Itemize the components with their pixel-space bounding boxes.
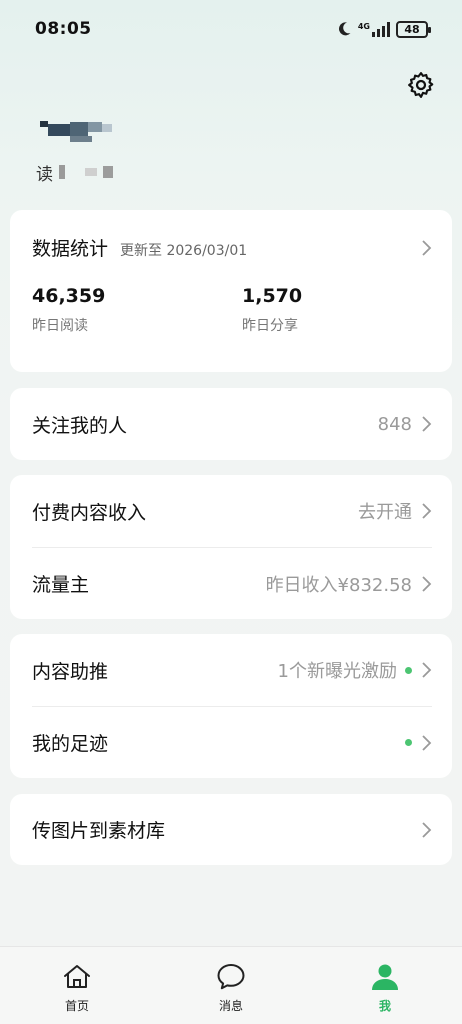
stat-label: 昨日分享 <box>242 318 298 334</box>
tab-home[interactable]: 首页 <box>0 947 154 1024</box>
status-icons: 4G 48 <box>336 20 431 38</box>
signal-icon <box>372 21 390 37</box>
row-title: 我的足迹 <box>32 733 109 755</box>
chevron-right-icon <box>422 239 432 256</box>
followers-row[interactable]: 关注我的人 848 <box>10 388 452 460</box>
battery-level: 48 <box>404 22 420 36</box>
followers-count: 848 <box>377 413 412 435</box>
network-label: 4G <box>357 21 370 31</box>
chevron-right-icon <box>422 662 432 678</box>
stat-reads[interactable]: 46,359 昨日阅读 <box>32 285 242 335</box>
pixel-block <box>103 166 113 178</box>
pixel-block <box>85 168 97 176</box>
pixel-block <box>40 121 48 127</box>
pixel-block <box>48 124 70 136</box>
status-bar: 08:05 4G 48 <box>0 0 462 58</box>
income-card: 付费内容收入 去开通 流量主 昨日收入¥832.58 <box>10 475 452 619</box>
content-promote-row[interactable]: 内容助推 1个新曝光激励 <box>10 634 452 706</box>
traffic-income: 昨日收入¥832.58 <box>265 574 412 596</box>
stat-value: 1,570 <box>242 285 303 307</box>
stats-updated: 更新至 2026/03/01 <box>120 243 248 259</box>
chevron-right-icon <box>422 416 432 432</box>
tab-label: 消息 <box>218 999 243 1013</box>
stat-shares[interactable]: 1,570 昨日分享 <box>242 285 452 335</box>
upload-card: 传图片到素材库 <box>10 794 452 865</box>
tab-me[interactable]: 我 <box>308 947 462 1024</box>
chevron-right-icon <box>422 503 432 519</box>
promote-status: 1个新曝光激励 <box>277 661 397 682</box>
home-icon <box>64 965 90 988</box>
battery-icon: 48 <box>396 20 431 38</box>
bottom-tab-bar: 首页 消息 我 <box>0 946 462 1024</box>
chevron-right-icon <box>422 734 432 751</box>
row-title: 付费内容收入 <box>32 501 147 524</box>
status-time: 08:05 <box>35 19 92 39</box>
tab-messages[interactable]: 消息 <box>154 947 308 1024</box>
profile-sub-label: 读 <box>36 164 53 185</box>
stat-label: 昨日阅读 <box>32 318 88 334</box>
data-stats-card[interactable]: 数据统计 更新至 2026/03/01 46,359 昨日阅读 1,570 昨日… <box>10 210 452 372</box>
row-title: 关注我的人 <box>32 414 128 437</box>
stats-title: 数据统计 <box>32 238 109 260</box>
settings-gear-icon[interactable] <box>406 70 436 100</box>
chevron-right-icon <box>422 575 432 592</box>
paid-content-row[interactable]: 付费内容收入 去开通 <box>10 475 452 547</box>
tools-card: 内容助推 1个新曝光激励 我的足迹 <box>10 634 452 778</box>
followers-card: 关注我的人 848 <box>10 388 452 460</box>
profile-subtitle: 读 <box>36 160 116 185</box>
row-title: 传图片到素材库 <box>32 820 166 842</box>
new-dot-indicator <box>405 666 412 674</box>
row-title: 内容助推 <box>32 660 109 683</box>
traffic-master-row[interactable]: 流量主 昨日收入¥832.58 <box>10 548 452 619</box>
new-dot-indicator <box>405 739 412 746</box>
tab-label: 首页 <box>64 999 89 1013</box>
tab-label: 我 <box>378 999 391 1013</box>
stat-value: 46,359 <box>32 285 106 307</box>
pixel-block <box>59 165 65 179</box>
moon-icon <box>338 22 351 36</box>
pixel-block <box>88 122 102 132</box>
profile-name-pixelated[interactable] <box>40 118 112 144</box>
row-title: 流量主 <box>32 574 90 596</box>
chat-bubble-icon <box>217 964 245 990</box>
pixel-block <box>102 124 112 132</box>
paid-content-status: 去开通 <box>358 502 412 523</box>
person-icon <box>372 964 398 990</box>
pixel-block <box>70 136 92 142</box>
chevron-right-icon <box>422 821 432 838</box>
footprint-row[interactable]: 我的足迹 <box>10 707 452 778</box>
upload-images-row[interactable]: 传图片到素材库 <box>10 794 452 865</box>
